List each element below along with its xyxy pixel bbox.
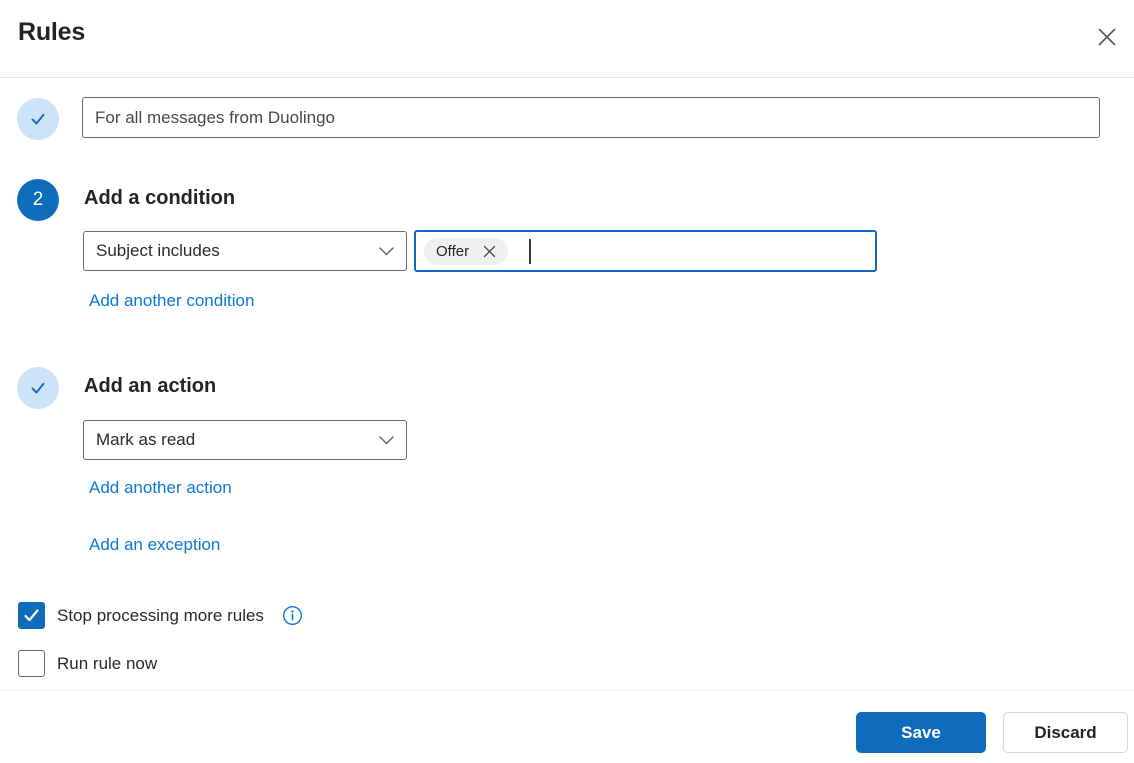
stop-processing-checkbox[interactable]	[18, 602, 45, 629]
step-condition-badge: 2	[17, 179, 59, 221]
condition-tag: Offer	[424, 237, 509, 265]
action-type-dropdown[interactable]: Mark as read	[83, 420, 407, 460]
run-rule-now-row: Run rule now	[18, 650, 157, 677]
run-rule-now-label: Run rule now	[57, 653, 158, 673]
run-rule-now-checkbox[interactable]	[18, 650, 45, 677]
stop-processing-label: Stop processing more rules	[57, 605, 264, 625]
chevron-down-icon	[379, 435, 394, 444]
condition-type-dropdown[interactable]: Subject includes	[83, 231, 407, 271]
add-another-action-link[interactable]: Add another action	[89, 478, 232, 498]
rule-name-input[interactable]	[82, 97, 1100, 138]
checkmark-icon	[31, 113, 45, 125]
info-icon	[282, 605, 302, 626]
chevron-down-icon	[379, 246, 394, 255]
close-button[interactable]	[1090, 20, 1124, 54]
close-icon	[1098, 28, 1116, 46]
header-divider	[0, 77, 1134, 78]
discard-button[interactable]: Discard	[1003, 712, 1128, 753]
condition-type-value: Subject includes	[96, 241, 220, 260]
condition-value-input[interactable]: Offer	[414, 230, 877, 272]
check-icon	[24, 609, 39, 622]
step-name-complete-badge	[17, 98, 59, 140]
checkmark-icon	[31, 382, 45, 394]
action-type-value: Mark as read	[96, 430, 196, 449]
footer-divider	[0, 690, 1134, 691]
info-button[interactable]	[282, 605, 303, 626]
rules-dialog: Rules 2 Add a condition Subject includes…	[0, 0, 1134, 763]
add-exception-link[interactable]: Add an exception	[89, 535, 220, 555]
remove-tag-button[interactable]	[483, 245, 496, 258]
add-another-condition-link[interactable]: Add another condition	[89, 291, 254, 311]
step-number: 2	[32, 189, 44, 210]
page-title: Rules	[18, 18, 86, 46]
stop-processing-row: Stop processing more rules	[18, 602, 303, 629]
action-heading: Add an action	[84, 375, 217, 397]
text-cursor	[529, 238, 531, 264]
condition-tag-label: Offer	[436, 242, 470, 260]
step-action-complete-badge	[17, 367, 59, 409]
condition-heading: Add a condition	[84, 187, 236, 209]
dismiss-icon	[483, 245, 496, 257]
save-button[interactable]: Save	[856, 712, 986, 753]
